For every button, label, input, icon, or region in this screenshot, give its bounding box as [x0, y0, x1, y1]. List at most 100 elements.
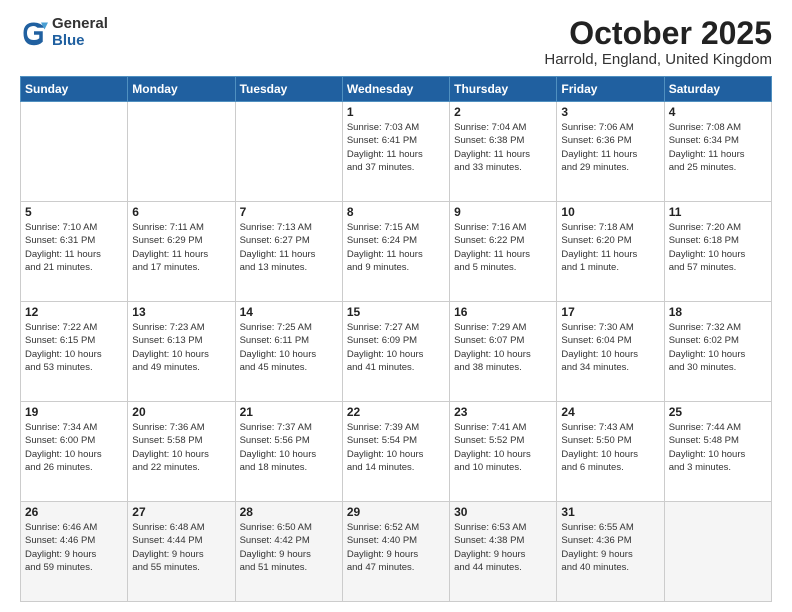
table-row: 23 Sunrise: 7:41 AMSunset: 5:52 PMDayligh…: [450, 402, 557, 502]
table-row: 25 Sunrise: 7:44 AMSunset: 5:48 PMDayligh…: [664, 402, 771, 502]
day-info: Sunrise: 6:46 AMSunset: 4:46 PMDaylight:…: [25, 521, 123, 574]
day-number: 2: [454, 105, 552, 119]
col-sunday: Sunday: [21, 77, 128, 102]
day-number: 28: [240, 505, 338, 519]
day-info: Sunrise: 7:06 AMSunset: 6:36 PMDaylight:…: [561, 121, 659, 174]
table-row: 27 Sunrise: 6:48 AMSunset: 4:44 PMDayligh…: [128, 502, 235, 602]
table-row: 4Sunrise: 7:08 AMSunset: 6:34 PMDaylight…: [664, 102, 771, 202]
table-row: 17 Sunrise: 7:30 AMSunset: 6:04 PMDayligh…: [557, 302, 664, 402]
day-number: 13: [132, 305, 230, 319]
day-info: Sunrise: 6:48 AMSunset: 4:44 PMDaylight:…: [132, 521, 230, 574]
col-wednesday: Wednesday: [342, 77, 449, 102]
day-number: 21: [240, 405, 338, 419]
day-info: Sunrise: 7:32 AMSunset: 6:02 PMDaylight:…: [669, 321, 767, 374]
day-info: Sunrise: 6:52 AMSunset: 4:40 PMDaylight:…: [347, 521, 445, 574]
day-info: Sunrise: 7:30 AMSunset: 6:04 PMDaylight:…: [561, 321, 659, 374]
table-row: 14 Sunrise: 7:25 AMSunset: 6:11 PMDayligh…: [235, 302, 342, 402]
day-info: Sunrise: 7:34 AMSunset: 6:00 PMDaylight:…: [25, 421, 123, 474]
table-row: [235, 102, 342, 202]
day-info: Sunrise: 7:16 AMSunset: 6:22 PMDaylight:…: [454, 221, 552, 274]
table-row: 7Sunrise: 7:13 AMSunset: 6:27 PMDaylight…: [235, 202, 342, 302]
day-number: 9: [454, 205, 552, 219]
day-info: Sunrise: 7:10 AMSunset: 6:31 PMDaylight:…: [25, 221, 123, 274]
logo-icon: [20, 19, 48, 47]
day-number: 26: [25, 505, 123, 519]
day-number: 12: [25, 305, 123, 319]
col-tuesday: Tuesday: [235, 77, 342, 102]
day-number: 17: [561, 305, 659, 319]
table-row: 10 Sunrise: 7:18 AMSunset: 6:20 PMDayligh…: [557, 202, 664, 302]
day-info: Sunrise: 7:03 AMSunset: 6:41 PMDaylight:…: [347, 121, 445, 174]
day-number: 14: [240, 305, 338, 319]
day-info: Sunrise: 7:23 AMSunset: 6:13 PMDaylight:…: [132, 321, 230, 374]
table-row: 29 Sunrise: 6:52 AMSunset: 4:40 PMDayligh…: [342, 502, 449, 602]
table-row: 3 Sunrise: 7:06 AMSunset: 6:36 PMDaylight…: [557, 102, 664, 202]
day-number: 30: [454, 505, 552, 519]
day-number: 24: [561, 405, 659, 419]
day-number: 3: [561, 105, 659, 119]
day-info: Sunrise: 7:36 AMSunset: 5:58 PMDaylight:…: [132, 421, 230, 474]
day-number: 8: [347, 205, 445, 219]
day-number: 31: [561, 505, 659, 519]
table-row: 18 Sunrise: 7:32 AMSunset: 6:02 PMDayligh…: [664, 302, 771, 402]
table-row: 1 Sunrise: 7:03 AMSunset: 6:41 PMDaylight…: [342, 102, 449, 202]
title-block: October 2025 Harrold, England, United Ki…: [544, 16, 772, 68]
day-number: 29: [347, 505, 445, 519]
table-row: 15Sunrise: 7:27 AMSunset: 6:09 PMDayligh…: [342, 302, 449, 402]
day-number: 5: [25, 205, 123, 219]
logo-text: General Blue: [52, 16, 108, 49]
table-row: 12Sunrise: 7:22 AMSunset: 6:15 PMDayligh…: [21, 302, 128, 402]
day-number: 15: [347, 305, 445, 319]
table-row: 20 Sunrise: 7:36 AMSunset: 5:58 PMDayligh…: [128, 402, 235, 502]
day-info: Sunrise: 6:53 AMSunset: 4:38 PMDaylight:…: [454, 521, 552, 574]
calendar-week-1: 5 Sunrise: 7:10 AMSunset: 6:31 PMDaylight…: [21, 202, 772, 302]
calendar-week-4: 26 Sunrise: 6:46 AMSunset: 4:46 PMDayligh…: [21, 502, 772, 602]
calendar-week-2: 12Sunrise: 7:22 AMSunset: 6:15 PMDayligh…: [21, 302, 772, 402]
logo: General Blue: [20, 16, 108, 49]
day-info: Sunrise: 7:41 AMSunset: 5:52 PMDaylight:…: [454, 421, 552, 474]
day-info: Sunrise: 7:04 AMSunset: 6:38 PMDaylight:…: [454, 121, 552, 174]
day-info: Sunrise: 7:20 AMSunset: 6:18 PMDaylight:…: [669, 221, 767, 274]
day-info: Sunrise: 7:18 AMSunset: 6:20 PMDaylight:…: [561, 221, 659, 274]
calendar-week-0: 1 Sunrise: 7:03 AMSunset: 6:41 PMDaylight…: [21, 102, 772, 202]
day-number: 27: [132, 505, 230, 519]
page: General Blue October 2025 Harrold, Engla…: [0, 0, 792, 612]
logo-blue-text: Blue: [52, 33, 108, 50]
day-info: Sunrise: 6:55 AMSunset: 4:36 PMDaylight:…: [561, 521, 659, 574]
table-row: 30 Sunrise: 6:53 AMSunset: 4:38 PMDayligh…: [450, 502, 557, 602]
calendar-title: October 2025: [544, 16, 772, 51]
day-info: Sunrise: 7:11 AMSunset: 6:29 PMDaylight:…: [132, 221, 230, 274]
day-number: 10: [561, 205, 659, 219]
calendar-table: Sunday Monday Tuesday Wednesday Thursday…: [20, 76, 772, 602]
day-number: 18: [669, 305, 767, 319]
day-number: 25: [669, 405, 767, 419]
day-info: Sunrise: 7:37 AMSunset: 5:56 PMDaylight:…: [240, 421, 338, 474]
header: General Blue October 2025 Harrold, Engla…: [20, 16, 772, 68]
day-info: Sunrise: 7:13 AMSunset: 6:27 PMDaylight:…: [240, 221, 338, 274]
table-row: 9 Sunrise: 7:16 AMSunset: 6:22 PMDaylight…: [450, 202, 557, 302]
table-row: 21 Sunrise: 7:37 AMSunset: 5:56 PMDayligh…: [235, 402, 342, 502]
logo-general: General: [52, 16, 108, 33]
table-row: 22Sunrise: 7:39 AMSunset: 5:54 PMDayligh…: [342, 402, 449, 502]
day-number: 22: [347, 405, 445, 419]
day-number: 1: [347, 105, 445, 119]
day-info: Sunrise: 7:29 AMSunset: 6:07 PMDaylight:…: [454, 321, 552, 374]
day-info: Sunrise: 7:25 AMSunset: 6:11 PMDaylight:…: [240, 321, 338, 374]
table-row: 16 Sunrise: 7:29 AMSunset: 6:07 PMDayligh…: [450, 302, 557, 402]
table-row: [128, 102, 235, 202]
col-saturday: Saturday: [664, 77, 771, 102]
calendar-subtitle: Harrold, England, United Kingdom: [544, 51, 772, 68]
day-info: Sunrise: 6:50 AMSunset: 4:42 PMDaylight:…: [240, 521, 338, 574]
table-row: 8 Sunrise: 7:15 AMSunset: 6:24 PMDaylight…: [342, 202, 449, 302]
day-number: 19: [25, 405, 123, 419]
day-info: Sunrise: 7:44 AMSunset: 5:48 PMDaylight:…: [669, 421, 767, 474]
table-row: 11Sunrise: 7:20 AMSunset: 6:18 PMDayligh…: [664, 202, 771, 302]
calendar-week-3: 19 Sunrise: 7:34 AMSunset: 6:00 PMDayligh…: [21, 402, 772, 502]
day-number: 20: [132, 405, 230, 419]
table-row: 28 Sunrise: 6:50 AMSunset: 4:42 PMDayligh…: [235, 502, 342, 602]
day-number: 16: [454, 305, 552, 319]
day-number: 23: [454, 405, 552, 419]
col-monday: Monday: [128, 77, 235, 102]
col-friday: Friday: [557, 77, 664, 102]
day-info: Sunrise: 7:15 AMSunset: 6:24 PMDaylight:…: [347, 221, 445, 274]
